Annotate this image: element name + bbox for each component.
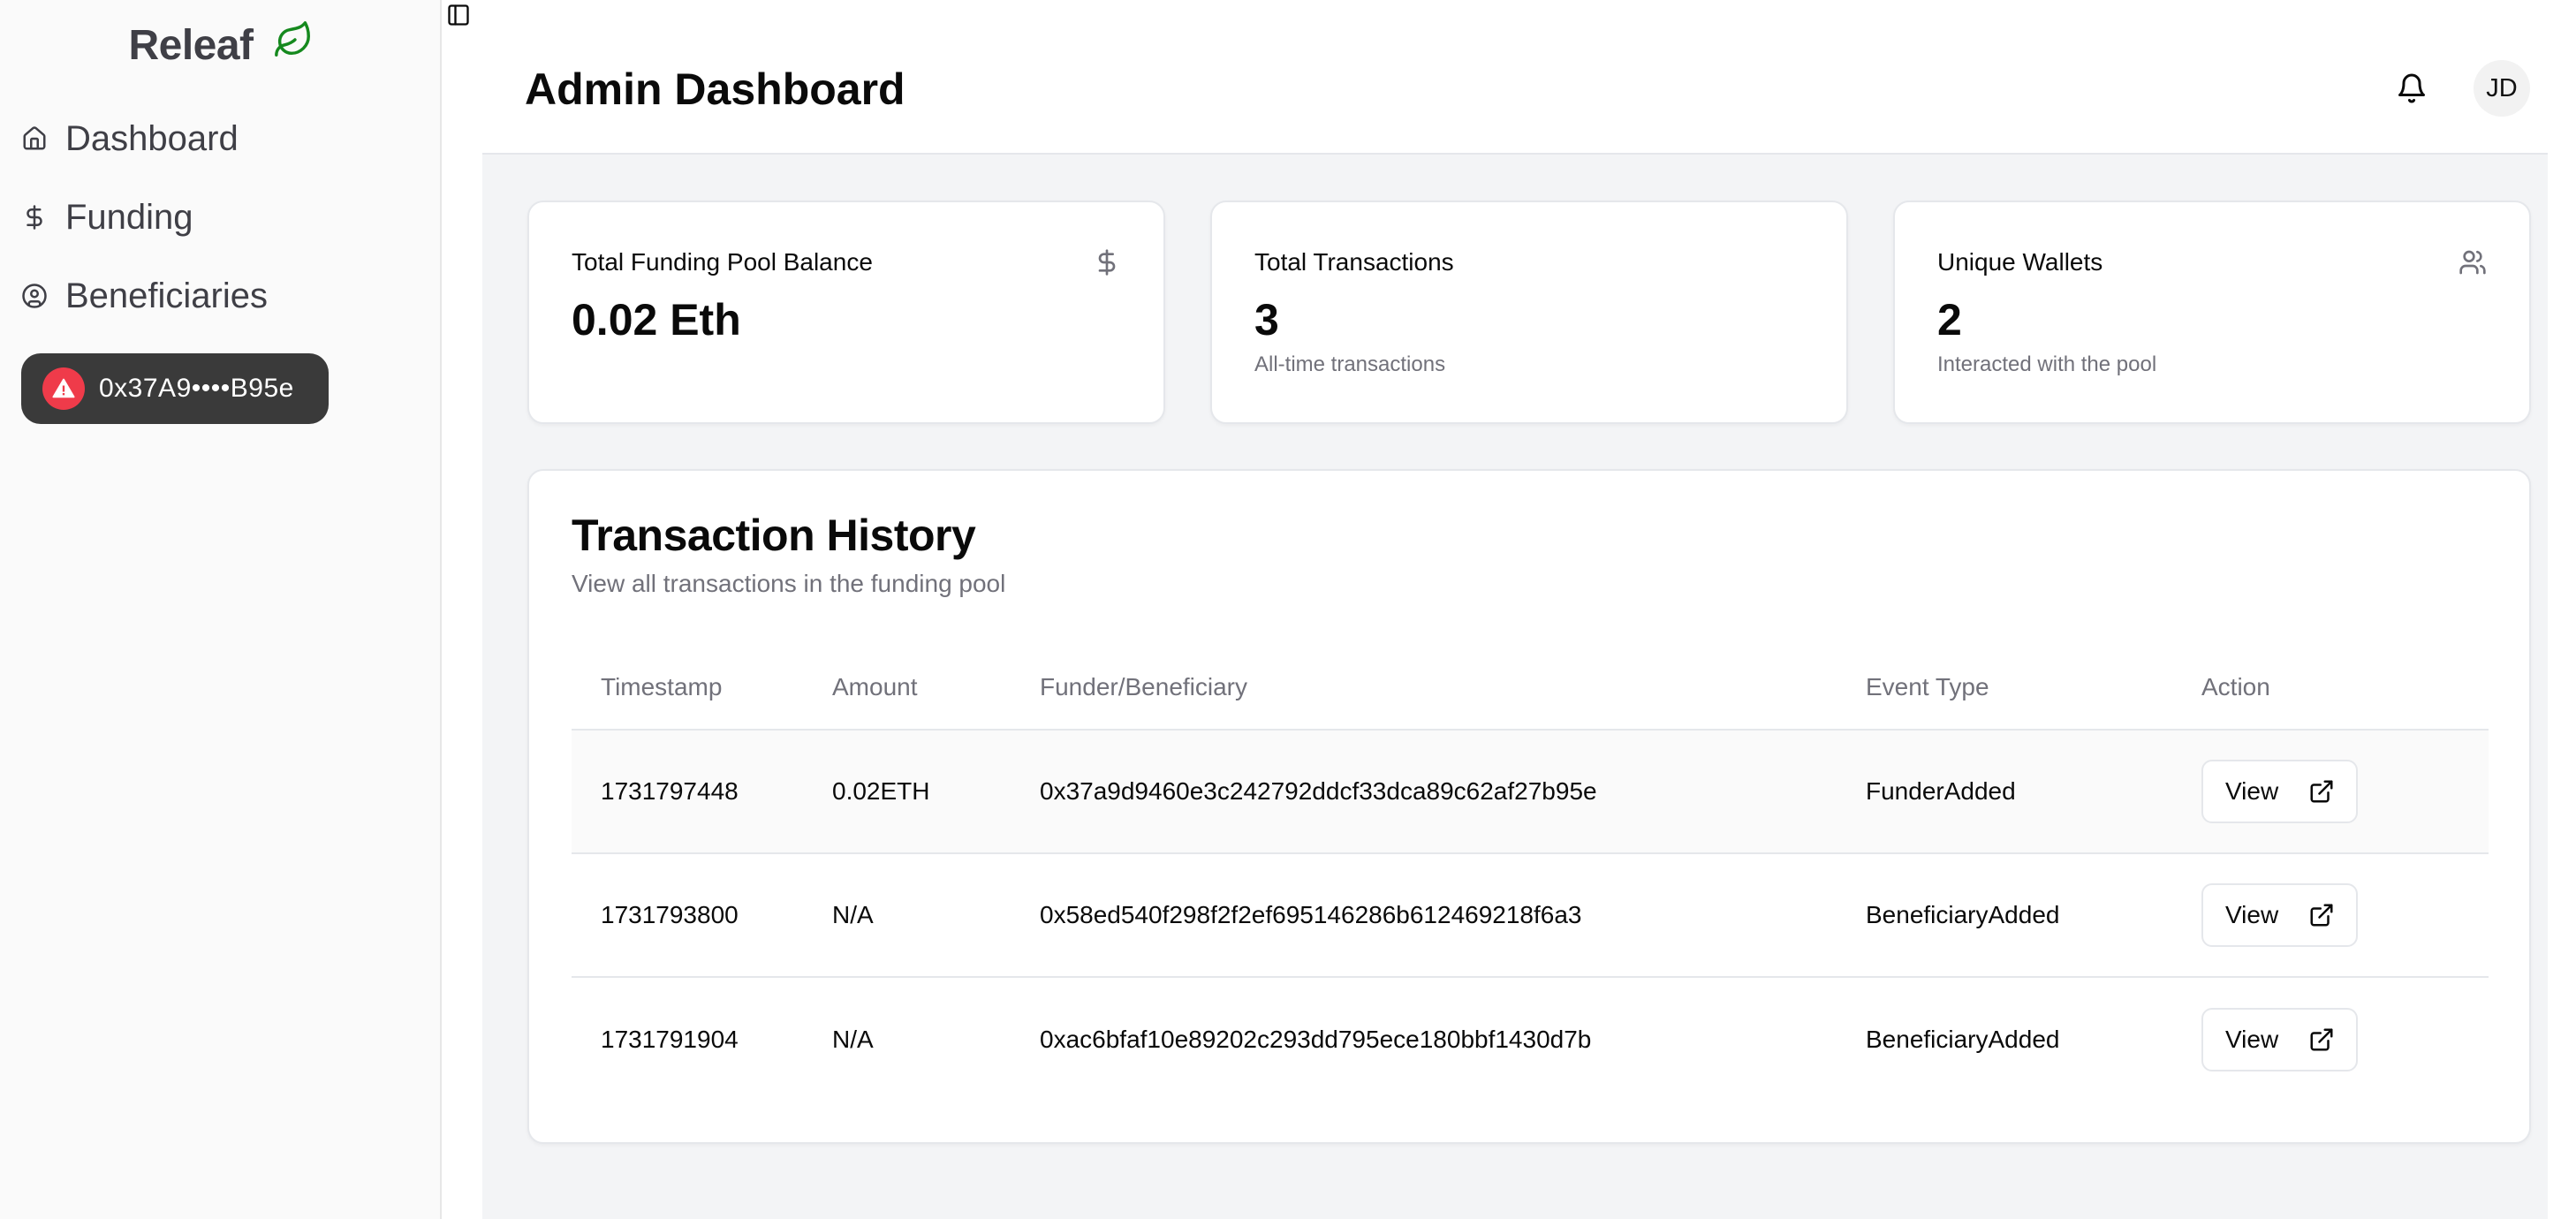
column-header-amount: Amount bbox=[832, 673, 918, 700]
wallet-address: 0x37A9••••B95e bbox=[99, 374, 294, 403]
section-title: Transaction History bbox=[572, 511, 976, 560]
cell-amount: N/A bbox=[832, 901, 874, 928]
table-header: Timestamp Amount Funder/Beneficiary Even… bbox=[572, 646, 2489, 731]
stat-caption: Interacted with the pool bbox=[1937, 352, 2157, 376]
sidebar-toggle-icon[interactable] bbox=[446, 3, 471, 27]
wallet-connect-button[interactable]: 0x37A9••••B95e bbox=[21, 353, 329, 424]
cell-action: View bbox=[2201, 760, 2489, 823]
stat-card-unique-wallets: Unique Wallets 2 Interacted with the poo… bbox=[1893, 201, 2531, 424]
cell-event-type: BeneficiaryAdded bbox=[1866, 1026, 2060, 1053]
column-header-address: Funder/Beneficiary bbox=[1040, 673, 1248, 700]
cell-address: 0x37a9d9460e3c242792ddcf33dca89c62af27b9… bbox=[1040, 777, 1597, 805]
section-subtitle: View all transactions in the funding poo… bbox=[572, 570, 1006, 597]
stat-card-total-transactions: Total Transactions 3 All-time transactio… bbox=[1210, 201, 1848, 424]
transactions-table: Timestamp Amount Funder/Beneficiary Even… bbox=[572, 646, 2489, 1102]
stat-card-pool-balance: Total Funding Pool Balance 0.02 Eth bbox=[527, 201, 1165, 424]
sidebar-item-dashboard[interactable]: Dashboard bbox=[21, 110, 420, 167]
brand-name: Releaf bbox=[128, 22, 254, 69]
cell-event-type: FunderAdded bbox=[1866, 777, 2016, 805]
avatar-initials: JD bbox=[2486, 73, 2518, 102]
stat-label: Unique Wallets bbox=[1937, 248, 2103, 276]
stat-value: 3 bbox=[1254, 295, 1279, 344]
stat-value: 0.02 Eth bbox=[572, 295, 741, 344]
table-row[interactable]: 1731797448 0.02ETH 0x37a9d9460e3c242792d… bbox=[572, 731, 2489, 854]
sidebar-item-beneficiaries[interactable]: Beneficiaries bbox=[21, 268, 420, 324]
cell-address: 0xac6bfaf10e89202c293dd795ece180bbf1430d… bbox=[1040, 1026, 1592, 1053]
stat-label: Total Transactions bbox=[1254, 248, 1454, 276]
warning-icon bbox=[52, 378, 75, 398]
cell-address: 0x58ed540f298f2f2ef695146286b612469218f6… bbox=[1040, 901, 1582, 928]
cell-event-type: BeneficiaryAdded bbox=[1866, 901, 2060, 928]
brand-logo[interactable]: Releaf bbox=[0, 20, 442, 70]
cell-amount: 0.02ETH bbox=[832, 777, 930, 805]
external-link-icon bbox=[2310, 1028, 2333, 1051]
sidebar-item-label: Beneficiaries bbox=[65, 276, 269, 315]
stat-caption: All-time transactions bbox=[1254, 352, 1446, 376]
sidebar-nav: Dashboard Funding Beneficiaries bbox=[21, 110, 420, 346]
column-header-action: Action bbox=[2201, 673, 2270, 700]
cell-action: View bbox=[2201, 1008, 2489, 1071]
cell-timestamp: 1731793800 bbox=[601, 901, 739, 928]
main-content: Total Funding Pool Balance 0.02 Eth Tota… bbox=[482, 153, 2548, 1219]
sidebar-item-funding[interactable]: Funding bbox=[21, 189, 420, 246]
sidebar: Releaf Dashboard Funding Beneficiaries 0… bbox=[0, 0, 442, 1219]
dollar-icon bbox=[1098, 249, 1116, 276]
wallet-status-badge bbox=[42, 367, 85, 410]
page-title: Admin Dashboard bbox=[525, 64, 905, 114]
view-transaction-button[interactable]: View bbox=[2201, 760, 2359, 823]
view-button-label: View bbox=[2225, 1026, 2279, 1053]
cell-amount: N/A bbox=[832, 1026, 874, 1053]
column-header-event-type: Event Type bbox=[1866, 673, 1989, 700]
bell-icon[interactable] bbox=[2396, 72, 2428, 104]
cell-timestamp: 1731791904 bbox=[601, 1026, 739, 1053]
external-link-icon bbox=[2310, 904, 2333, 927]
transaction-history-card: Transaction History View all transaction… bbox=[527, 469, 2531, 1144]
cell-action: View bbox=[2201, 883, 2489, 947]
table-row[interactable]: 1731793800 N/A 0x58ed540f298f2f2ef695146… bbox=[572, 854, 2489, 978]
stat-value: 2 bbox=[1937, 295, 1962, 344]
table-row[interactable]: 1731791904 N/A 0xac6bfaf10e89202c293dd79… bbox=[572, 978, 2489, 1102]
user-circle-icon bbox=[22, 284, 47, 308]
column-header-timestamp: Timestamp bbox=[601, 673, 723, 700]
view-transaction-button[interactable]: View bbox=[2201, 1008, 2359, 1071]
dollar-icon bbox=[27, 205, 42, 230]
cell-timestamp: 1731797448 bbox=[601, 777, 739, 805]
avatar[interactable]: JD bbox=[2474, 60, 2530, 117]
view-button-label: View bbox=[2225, 901, 2279, 928]
view-transaction-button[interactable]: View bbox=[2201, 883, 2359, 947]
external-link-icon bbox=[2310, 780, 2333, 803]
users-icon bbox=[2459, 250, 2486, 275]
stat-label: Total Funding Pool Balance bbox=[572, 248, 873, 276]
home-icon bbox=[23, 126, 46, 150]
top-header: Admin Dashboard JD bbox=[443, 0, 2576, 154]
view-button-label: View bbox=[2225, 777, 2279, 805]
sidebar-item-label: Funding bbox=[65, 197, 193, 237]
sidebar-item-label: Dashboard bbox=[65, 118, 239, 158]
leaf-icon bbox=[274, 20, 310, 57]
